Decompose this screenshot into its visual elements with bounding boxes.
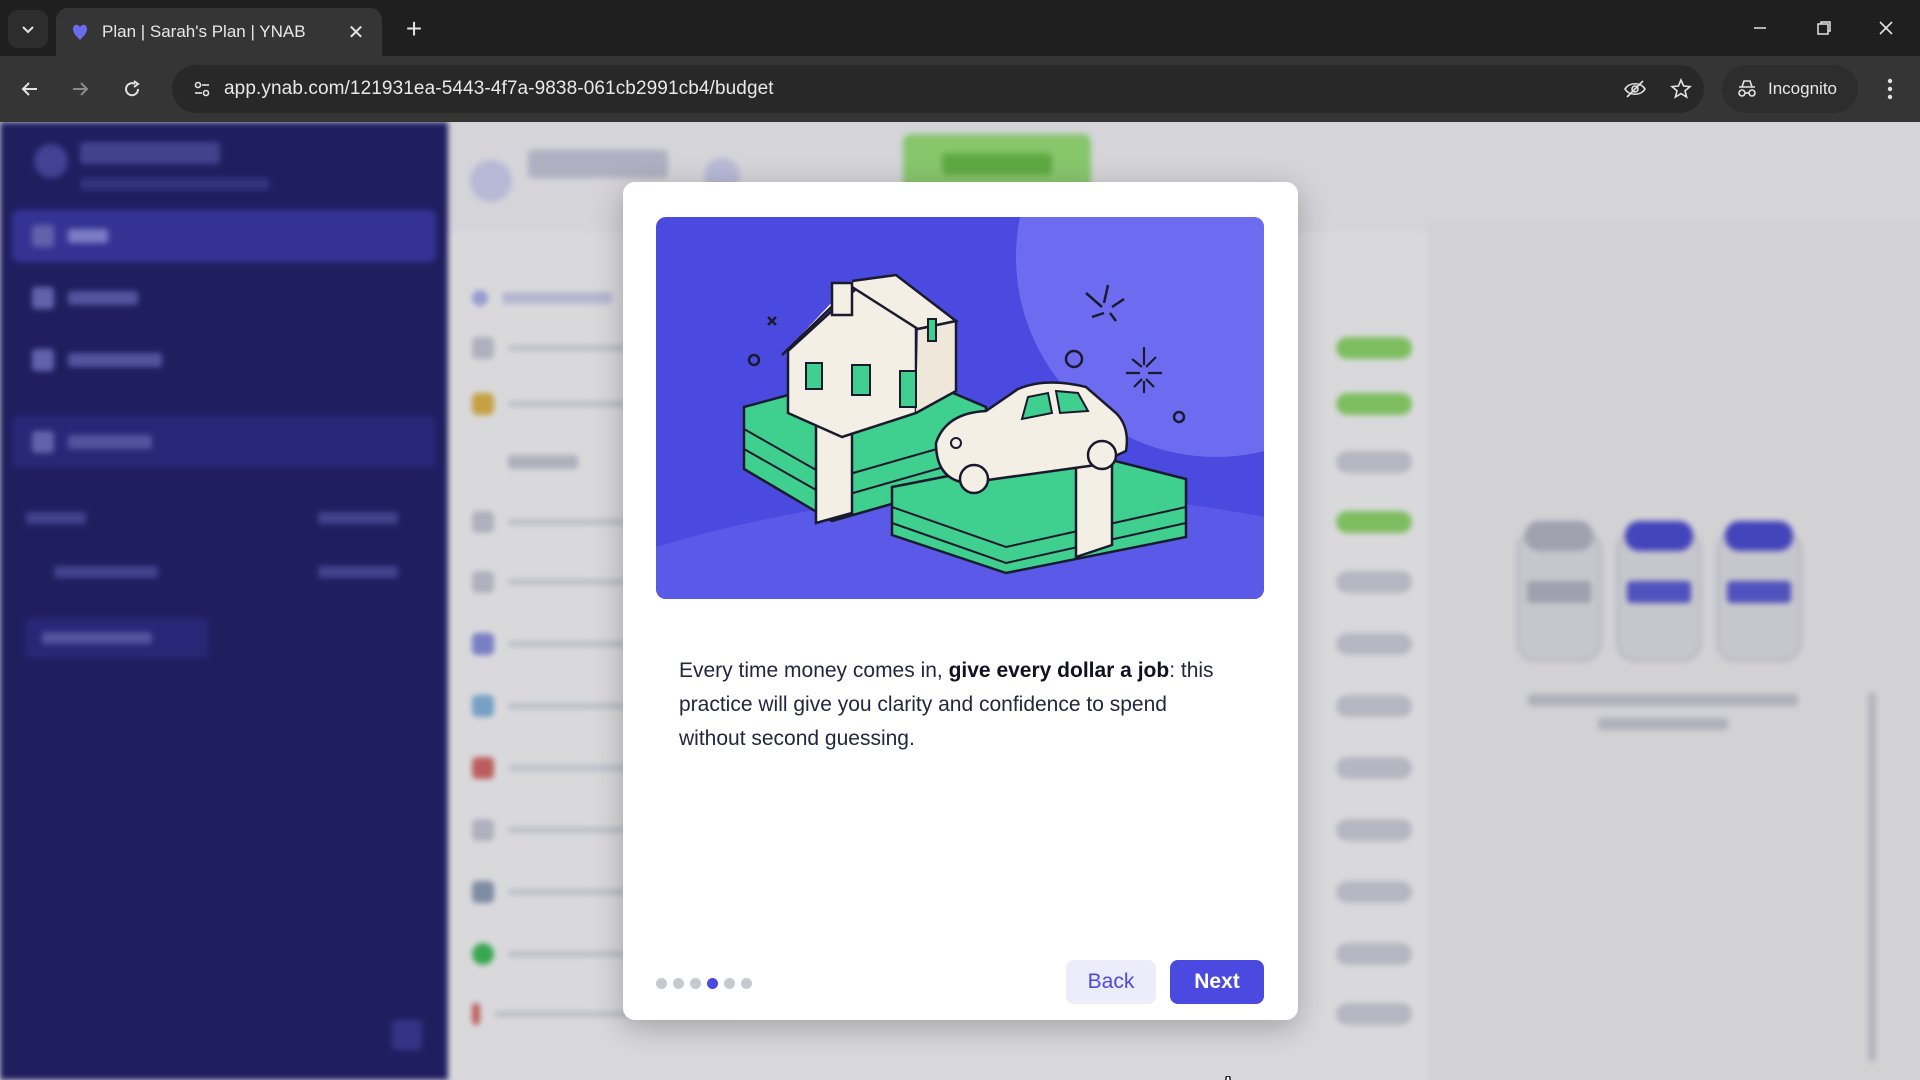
tab-title: Plan | Sarah's Plan | YNAB [102,22,306,41]
step-dot [741,978,752,989]
site-settings-icon[interactable] [180,79,224,99]
new-tab-button[interactable]: + [396,12,432,48]
app-viewport: Every time money comes in, give every do… [0,122,1920,1080]
eye-off-icon[interactable] [1612,79,1658,99]
message-text-start: Every time money comes in, [679,659,949,682]
minimize-icon[interactable] [1740,10,1780,46]
address-bar[interactable]: app.ynab.com/121931ea-5443-4f7a-9838-061… [172,65,1704,113]
forward-arrow-icon[interactable] [60,69,100,109]
browser-toolbar: app.ynab.com/121931ea-5443-4f7a-9838-061… [0,56,1920,122]
back-arrow-icon[interactable] [10,69,50,109]
chevron-down-icon [22,26,34,34]
bookmark-star-icon[interactable] [1658,78,1704,100]
browser-tab[interactable]: Plan | Sarah's Plan | YNAB ✕ [56,8,382,56]
onboarding-illustration [656,217,1264,599]
step-dot [724,978,735,989]
browser-tab-strip: Plan | Sarah's Plan | YNAB ✕ + [0,0,1920,56]
url-text: app.ynab.com/121931ea-5443-4f7a-9838-061… [224,78,774,99]
onboarding-message: Every time money comes in, give every do… [679,654,1239,756]
onboarding-modal: Every time money comes in, give every do… [623,182,1298,1020]
message-emphasis: give every dollar a job [948,659,1170,682]
restore-icon[interactable] [1804,10,1844,46]
incognito-label: Incognito [1768,79,1837,98]
reload-icon[interactable] [112,69,152,109]
step-dot-active [707,978,718,989]
incognito-icon [1738,80,1756,97]
tab-search-button[interactable] [8,10,48,48]
back-button[interactable]: Back [1066,960,1156,1004]
step-dot [690,978,701,989]
step-dot [656,978,667,989]
ynab-favicon-icon [73,24,87,40]
step-dot [673,978,684,989]
close-tab-icon[interactable]: ✕ [344,20,368,45]
step-indicator [656,978,752,989]
close-window-icon[interactable] [1866,10,1906,46]
next-button[interactable]: Next [1170,960,1264,1004]
hand-pointer-cursor-icon [1225,1076,1231,1080]
incognito-button[interactable]: Incognito [1722,65,1858,113]
browser-menu-icon[interactable] [1870,73,1910,105]
